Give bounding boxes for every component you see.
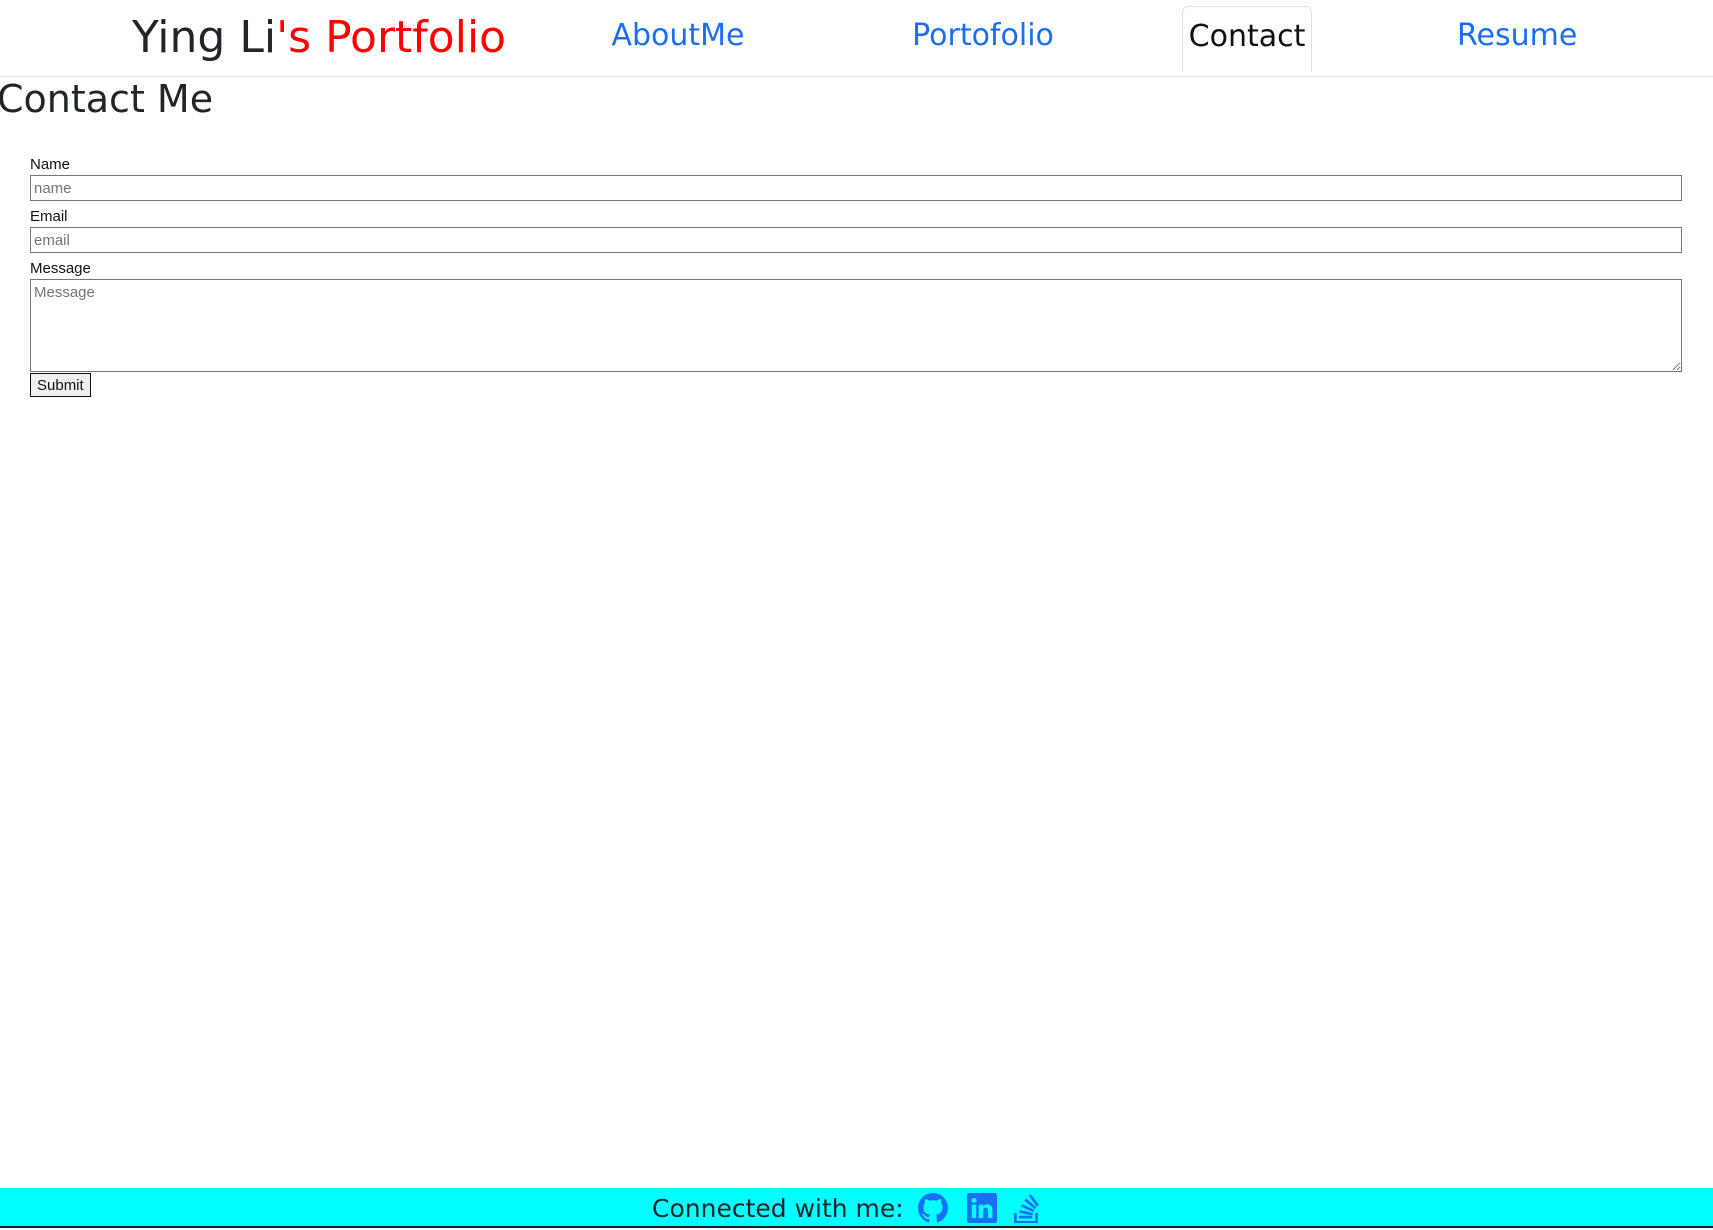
email-label: Email (30, 208, 68, 225)
message-textarea[interactable] (30, 279, 1682, 372)
footer-text: Connected with me: (652, 1194, 904, 1223)
email-input[interactable] (30, 227, 1682, 253)
contact-form: Name Email Message Submit (30, 155, 1683, 397)
site-header: Ying Li's Portfolio AboutMe Portofolio C… (0, 0, 1713, 77)
submit-button[interactable]: Submit (30, 373, 91, 397)
name-input[interactable] (30, 175, 1682, 201)
site-footer: Connected with me: (0, 1188, 1713, 1228)
name-label: Name (30, 156, 71, 173)
github-icon[interactable] (918, 1193, 948, 1223)
tab-portofolio[interactable]: Portofolio (893, 6, 1073, 66)
linkedin-icon[interactable] (967, 1193, 997, 1223)
tab-about-me[interactable]: AboutMe (598, 6, 758, 66)
page-title: Contact Me (0, 77, 214, 121)
tab-resume[interactable]: Resume (1457, 6, 1577, 66)
stackoverflow-icon[interactable] (1012, 1193, 1042, 1223)
tab-contact[interactable]: Contact (1182, 6, 1312, 72)
brand-accent: 's Portfolio (276, 12, 507, 63)
brand-name: Ying Li (132, 12, 277, 63)
brand-logo[interactable]: Ying Li's Portfolio (132, 8, 506, 68)
message-label: Message (30, 260, 91, 277)
